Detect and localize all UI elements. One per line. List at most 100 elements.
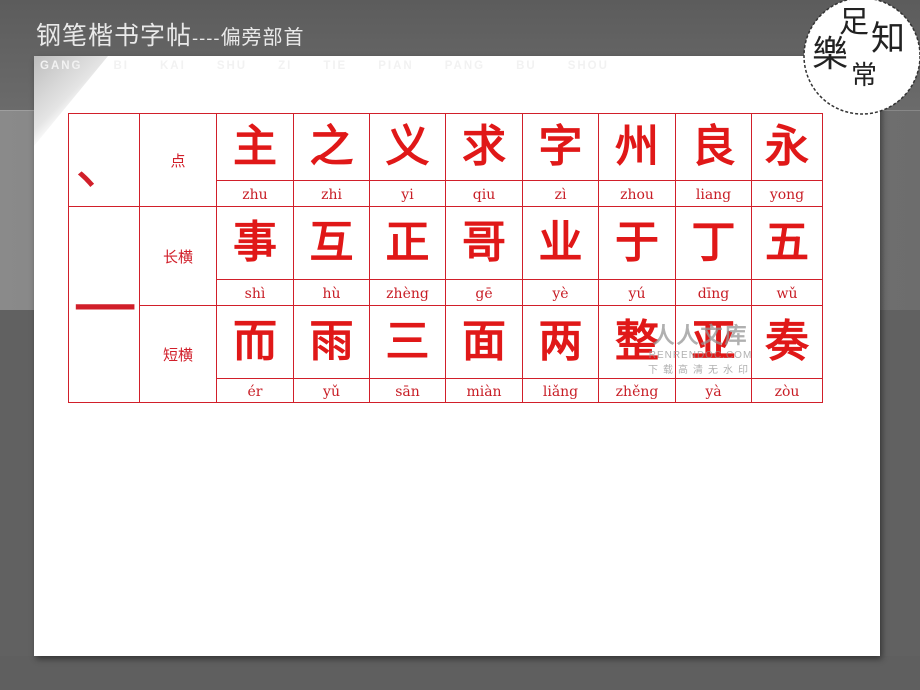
char-cell: 而 — [216, 305, 294, 379]
pinyin: yǔ — [323, 384, 340, 400]
subtitle-word: SHOU — [567, 60, 609, 72]
pinyin-cell: shì — [216, 279, 294, 306]
pinyin-cell: yè — [522, 279, 599, 306]
example-char: 雨 — [309, 316, 354, 367]
pinyin: zòu — [774, 384, 800, 400]
practice-table: 、 点 主 之 义 求 字 州 良 永 zhu zhi yi qiu zì zh… — [68, 113, 823, 403]
pinyin-cell: zòu — [751, 378, 823, 403]
pinyin: gē — [475, 286, 493, 302]
pinyin-subtitle: GANG BI KAI SHU ZI TIE PIAN PANG BU SHOU — [40, 60, 740, 72]
pinyin-cell: liǎng — [522, 378, 599, 403]
stroke-name-cell: 点 — [139, 113, 217, 207]
pinyin-cell: zì — [522, 180, 599, 207]
pinyin: liang — [695, 187, 732, 203]
pinyin-cell: yà — [675, 378, 752, 403]
example-char: 五 — [765, 217, 809, 268]
page-title: 钢笔楷书字帖----偏旁部首 — [36, 16, 305, 52]
stroke-name-cell: 长横 — [139, 206, 217, 306]
pinyin-cell: dīng — [675, 279, 752, 306]
example-char: 丁 — [691, 217, 736, 268]
seal-char: 樂 — [812, 34, 848, 75]
stroke-name: 长横 — [162, 247, 193, 266]
example-char: 奏 — [765, 316, 809, 367]
stroke-cell: 、 — [68, 113, 140, 207]
pinyin: zhěng — [615, 384, 659, 400]
pinyin-cell: yi — [369, 180, 446, 207]
example-char: 互 — [309, 217, 354, 268]
table-row: 短横 而 雨 三 面 两 整 亚 奏 — [69, 305, 823, 403]
example-char: 而 — [233, 316, 277, 367]
pinyin-cell: ér — [216, 378, 294, 403]
example-char: 业 — [538, 217, 583, 268]
pinyin-cell: yú — [598, 279, 676, 306]
char-cell: 永 — [751, 113, 823, 181]
subtitle-word: BI — [113, 60, 129, 72]
subtitle-word: KAI — [160, 60, 186, 72]
char-cell: 业 — [522, 206, 599, 280]
char-cell: 事 — [216, 206, 294, 280]
pinyin-cell: qiu — [445, 180, 523, 207]
pinyin-cell: zhěng — [598, 378, 676, 403]
pinyin-cell: zhèng — [369, 279, 446, 306]
pinyin-cell: yǔ — [293, 378, 370, 403]
stroke-name-cell: 短横 — [139, 305, 217, 403]
title-sub: 偏旁部首 — [220, 25, 305, 49]
pinyin-cell: miàn — [445, 378, 523, 403]
pinyin-cell: wǔ — [751, 279, 823, 306]
example-char: 整 — [615, 316, 659, 367]
char-cell: 亚 — [675, 305, 752, 379]
example-char: 于 — [615, 217, 659, 268]
pinyin: dīng — [697, 286, 730, 302]
example-char: 哥 — [462, 217, 506, 268]
seal-char: 常 — [851, 61, 877, 91]
subtitle-word: BU — [516, 60, 537, 72]
char-cell: 雨 — [293, 305, 370, 379]
example-char: 事 — [233, 217, 277, 268]
stroke-cell: 一 — [68, 206, 140, 403]
char-cell: 良 — [675, 113, 752, 181]
pinyin: hù — [322, 286, 341, 302]
example-char: 州 — [615, 121, 659, 172]
pinyin-cell: yong — [751, 180, 823, 207]
pinyin: zhou — [620, 187, 654, 203]
char-cell: 义 — [369, 113, 446, 181]
pinyin-cell: hù — [293, 279, 370, 306]
char-cell: 于 — [598, 206, 676, 280]
pinyin: qiu — [472, 187, 496, 203]
char-cell: 正 — [369, 206, 446, 280]
example-char: 义 — [385, 121, 430, 172]
pinyin: yi — [401, 187, 414, 203]
pinyin-cell: liang — [675, 180, 752, 207]
pinyin: yú — [628, 286, 646, 302]
char-cell: 三 — [369, 305, 446, 379]
subtitle-word: GANG — [40, 60, 83, 72]
char-cell: 主 — [216, 113, 294, 181]
pinyin: sān — [395, 384, 420, 400]
example-char: 之 — [309, 121, 354, 172]
stroke-glyph: 一 — [73, 273, 137, 348]
example-char: 亚 — [691, 316, 736, 367]
example-char: 良 — [691, 121, 736, 172]
stroke-glyph: 、 — [75, 132, 131, 198]
pinyin-cell: zhu — [216, 180, 294, 207]
pinyin: shì — [244, 286, 266, 302]
stroke-name: 点 — [170, 151, 186, 170]
char-cell: 面 — [445, 305, 523, 379]
pinyin: liǎng — [542, 384, 579, 400]
subtitle-word: SHU — [216, 60, 248, 72]
pinyin: zhi — [321, 187, 342, 203]
char-cell: 奏 — [751, 305, 823, 379]
example-char: 三 — [385, 316, 430, 367]
char-cell: 字 — [522, 113, 599, 181]
char-cell: 整 — [598, 305, 676, 379]
pinyin: zì — [554, 187, 567, 203]
seal-char: 知 — [871, 19, 905, 59]
pinyin: wǔ — [776, 286, 798, 302]
subtitle-word: PIAN — [378, 60, 414, 72]
table-row: 、 点 主 之 义 求 字 州 良 永 — [68, 113, 823, 207]
pinyin: yong — [769, 187, 805, 203]
pinyin: yà — [705, 384, 722, 400]
subtitle-word: TIE — [323, 60, 348, 72]
pinyin-cell: gē — [445, 279, 523, 306]
stroke-name: 短横 — [162, 345, 193, 364]
